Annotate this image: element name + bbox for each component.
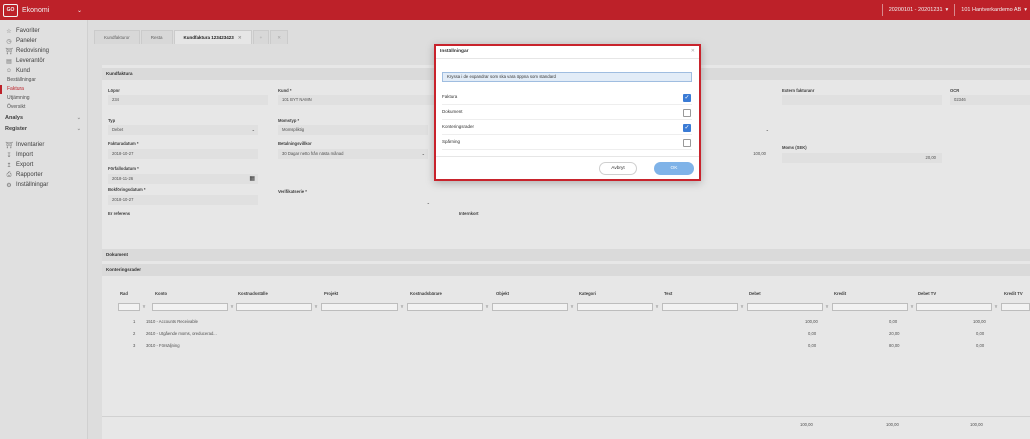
option-konteringsrader[interactable]: Konteringsrader ✓ [442,121,692,135]
info-box: Kryssa i de expandrar som ska vara öppna… [442,72,692,82]
sparning-checkbox[interactable] [683,139,691,147]
dialog-title: Inställningar [440,49,469,54]
faktura-checkbox[interactable]: ✓ [683,94,691,102]
divider [436,58,699,59]
settings-dialog: Inställningar ✕ Kryssa i de expandrar so… [434,44,701,181]
divider [436,156,699,157]
dokument-checkbox[interactable] [683,109,691,117]
option-sparning[interactable]: Spårning [442,136,692,150]
close-icon[interactable]: ✕ [691,48,695,54]
cancel-button[interactable]: Avbryt [599,162,637,175]
ok-button[interactable]: OK [654,162,694,175]
option-faktura[interactable]: Faktura ✓ [442,91,692,105]
option-dokument[interactable]: Dokument [442,106,692,120]
konteringsrader-checkbox[interactable]: ✓ [683,124,691,132]
